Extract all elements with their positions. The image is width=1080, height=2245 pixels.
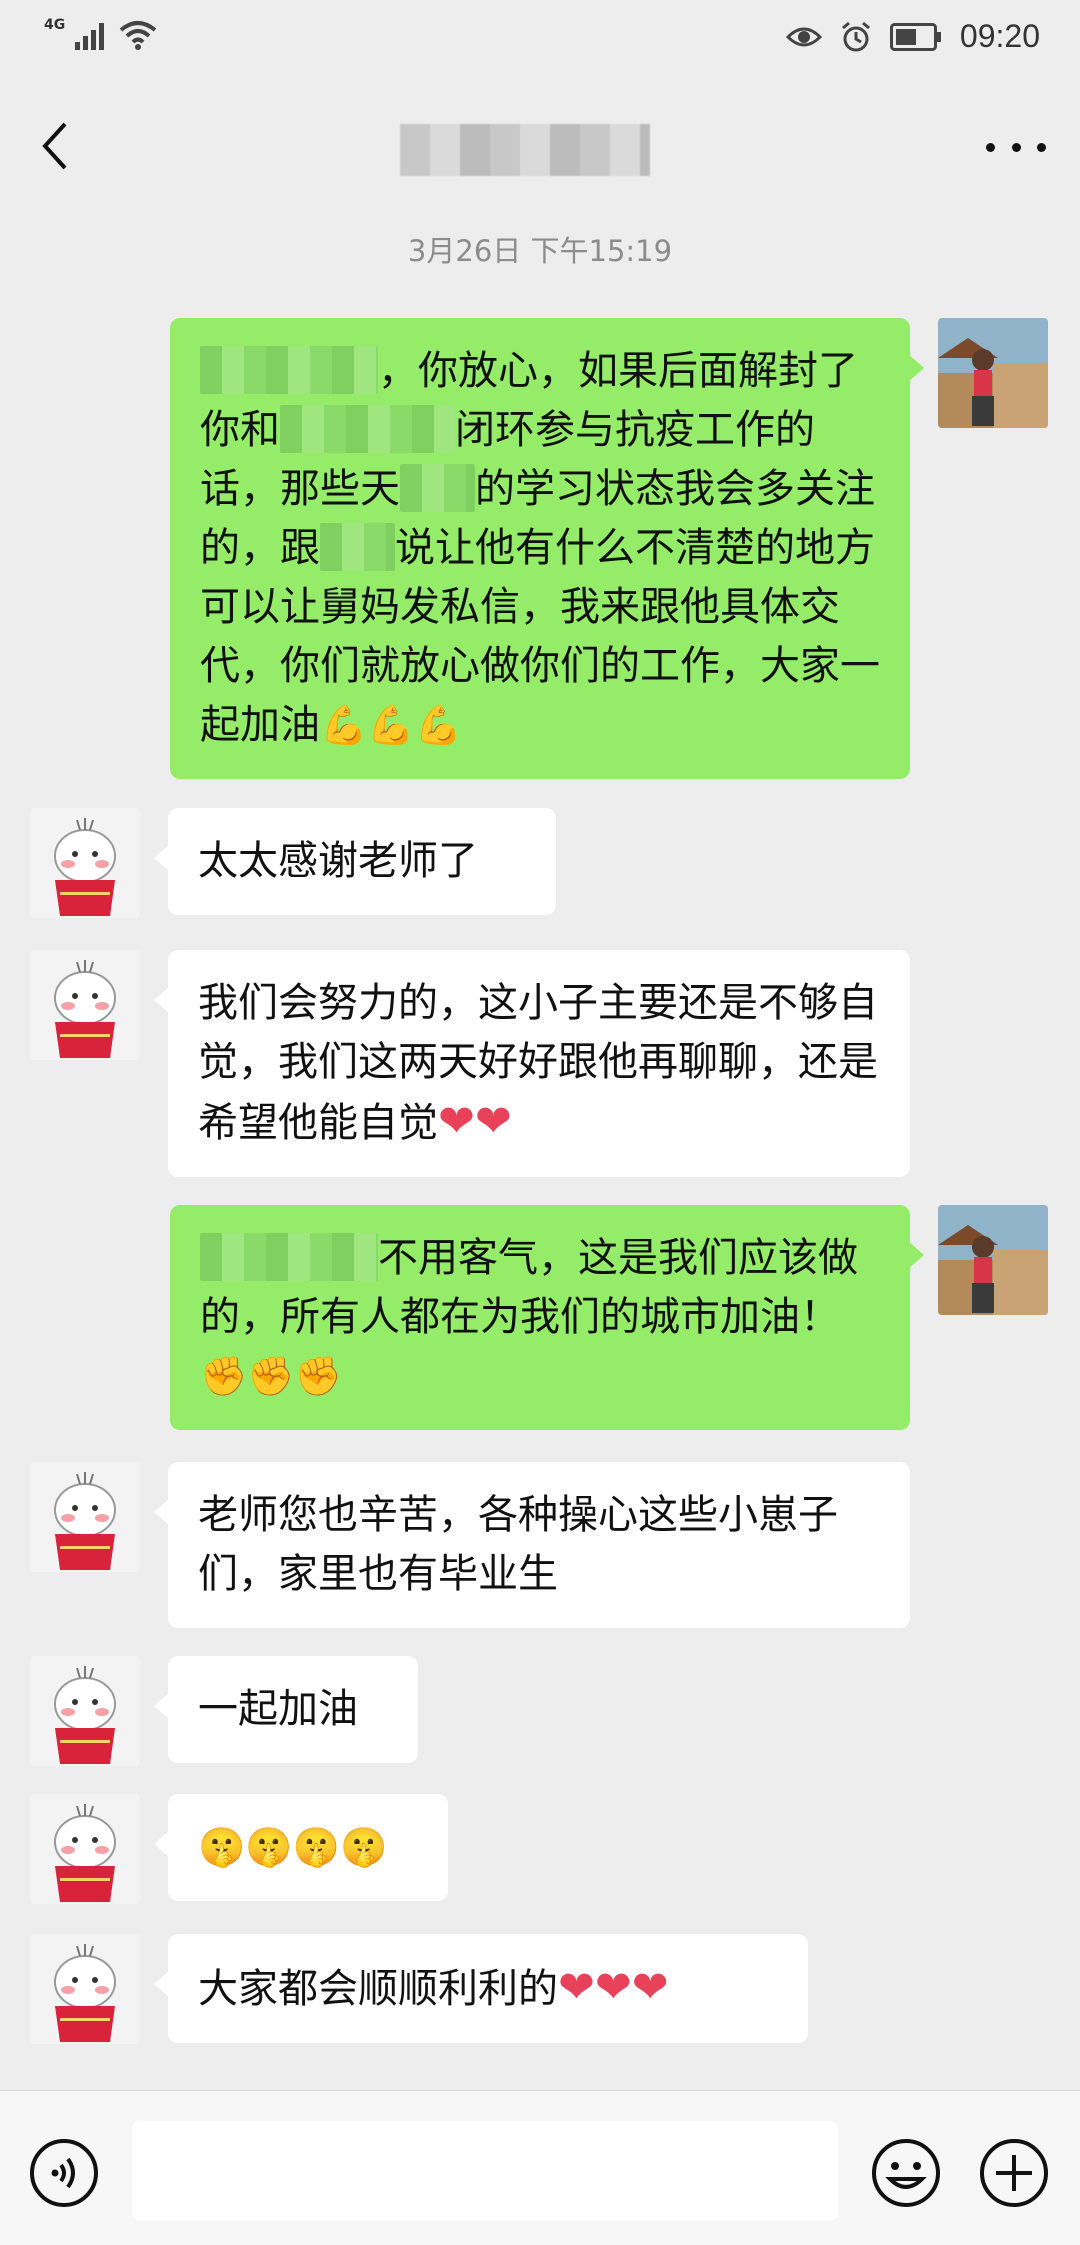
status-right: 09:20 <box>785 18 1040 55</box>
cartoon-avatar-icon <box>30 808 140 918</box>
chevron-left-icon <box>42 122 67 170</box>
eye-icon <box>785 27 822 46</box>
chat-header <box>0 84 1080 214</box>
avatar-contact[interactable] <box>30 950 140 1060</box>
avatar-photo <box>938 1205 1048 1315</box>
status-bar: 4G 09:20 <box>0 0 1080 84</box>
message-bubble-incoming[interactable]: 大家都会顺顺利利的❤❤❤ <box>154 1934 808 2043</box>
voice-icon <box>30 2139 98 2207</box>
chat-title-redacted <box>400 124 650 176</box>
message-bubble-outgoing[interactable]: 不用客气，这是我们应该做的，所有人都在为我们的城市加油！✊✊✊ <box>170 1205 924 1430</box>
avatar-photo <box>938 318 1048 428</box>
battery-icon <box>889 22 941 51</box>
more-dots-icon <box>986 142 995 152</box>
message-bubble-incoming[interactable]: 老师您也辛苦，各种操心这些小崽子们，家里也有毕业生 <box>154 1462 910 1628</box>
emoji-button[interactable] <box>870 2137 942 2209</box>
message-text: 大家都会顺顺利利的 <box>198 1966 558 2012</box>
message-bubble-incoming[interactable]: 🤫🤫🤫🤫 <box>154 1794 448 1901</box>
red-heart-emoji: ❤❤❤ <box>558 1962 669 2013</box>
message-input[interactable] <box>132 2121 838 2221</box>
more-features-button[interactable] <box>978 2137 1050 2209</box>
message-text: 一起加油 <box>198 1686 358 1732</box>
avatar-contact[interactable] <box>30 1934 140 2044</box>
network-type: 4G <box>44 17 66 33</box>
more-button[interactable] <box>986 132 1046 162</box>
chat-timestamp: 3月26日 下午15:19 <box>407 234 673 268</box>
shushing-face-emoji: 🤫🤫🤫🤫 <box>198 1825 388 1869</box>
avatar-contact[interactable] <box>30 1656 140 1766</box>
cartoon-avatar-icon <box>30 1934 140 2044</box>
redacted-name <box>200 1233 378 1281</box>
avatar-contact[interactable] <box>30 1794 140 1904</box>
redacted-name <box>320 523 395 571</box>
message-text: 我们会努力的，这小子主要还是不够自觉，我们这两天好好跟他再聊聊，还是希望他能自觉 <box>198 980 878 1146</box>
more-dot <box>1037 142 1046 152</box>
back-button[interactable] <box>30 116 80 176</box>
alarm-icon <box>841 21 870 51</box>
emoji-icon <box>872 2139 940 2207</box>
wifi-icon <box>119 21 157 50</box>
flexed-biceps-emoji: 💪💪💪 <box>320 703 462 747</box>
signal-icon <box>75 23 105 50</box>
message-bubble-outgoing[interactable]: ，你放心，如果后面解封了你和 闭环参与抗疫工作的话，那些天 的学习状态我会多关注的，… <box>170 318 924 779</box>
cartoon-avatar-icon <box>30 1462 140 1572</box>
redacted-name <box>280 405 455 453</box>
avatar-self[interactable] <box>938 1205 1048 1315</box>
cartoon-avatar-icon <box>30 1656 140 1766</box>
status-time: 09:20 <box>959 18 1040 54</box>
message-text: 太太感谢老师了 <box>198 838 478 884</box>
message-bubble-incoming[interactable]: 我们会努力的，这小子主要还是不够自觉，我们这两天好好跟他再聊聊，还是希望他能自觉… <box>154 950 910 1177</box>
redacted-name <box>200 346 378 394</box>
raised-fist-emoji: ✊✊✊ <box>200 1354 342 1398</box>
status-left: 4G <box>44 17 157 50</box>
more-dot <box>1011 142 1021 152</box>
redacted-name <box>400 464 475 512</box>
plus-icon <box>980 2139 1048 2207</box>
avatar-self[interactable] <box>938 318 1048 428</box>
cartoon-avatar-icon <box>30 950 140 1060</box>
chat-input-bar <box>0 2090 1080 2245</box>
message-bubble-incoming[interactable]: 一起加油 <box>154 1656 418 1763</box>
message-bubble-incoming[interactable]: 太太感谢老师了 <box>154 808 556 915</box>
avatar-contact[interactable] <box>30 808 140 918</box>
voice-button[interactable] <box>28 2137 100 2209</box>
cartoon-avatar-icon <box>30 1794 140 1904</box>
red-heart-emoji: ❤❤ <box>438 1096 512 1147</box>
avatar-contact[interactable] <box>30 1462 140 1572</box>
message-text: 老师您也辛苦，各种操心这些小崽子们，家里也有毕业生 <box>198 1492 838 1597</box>
